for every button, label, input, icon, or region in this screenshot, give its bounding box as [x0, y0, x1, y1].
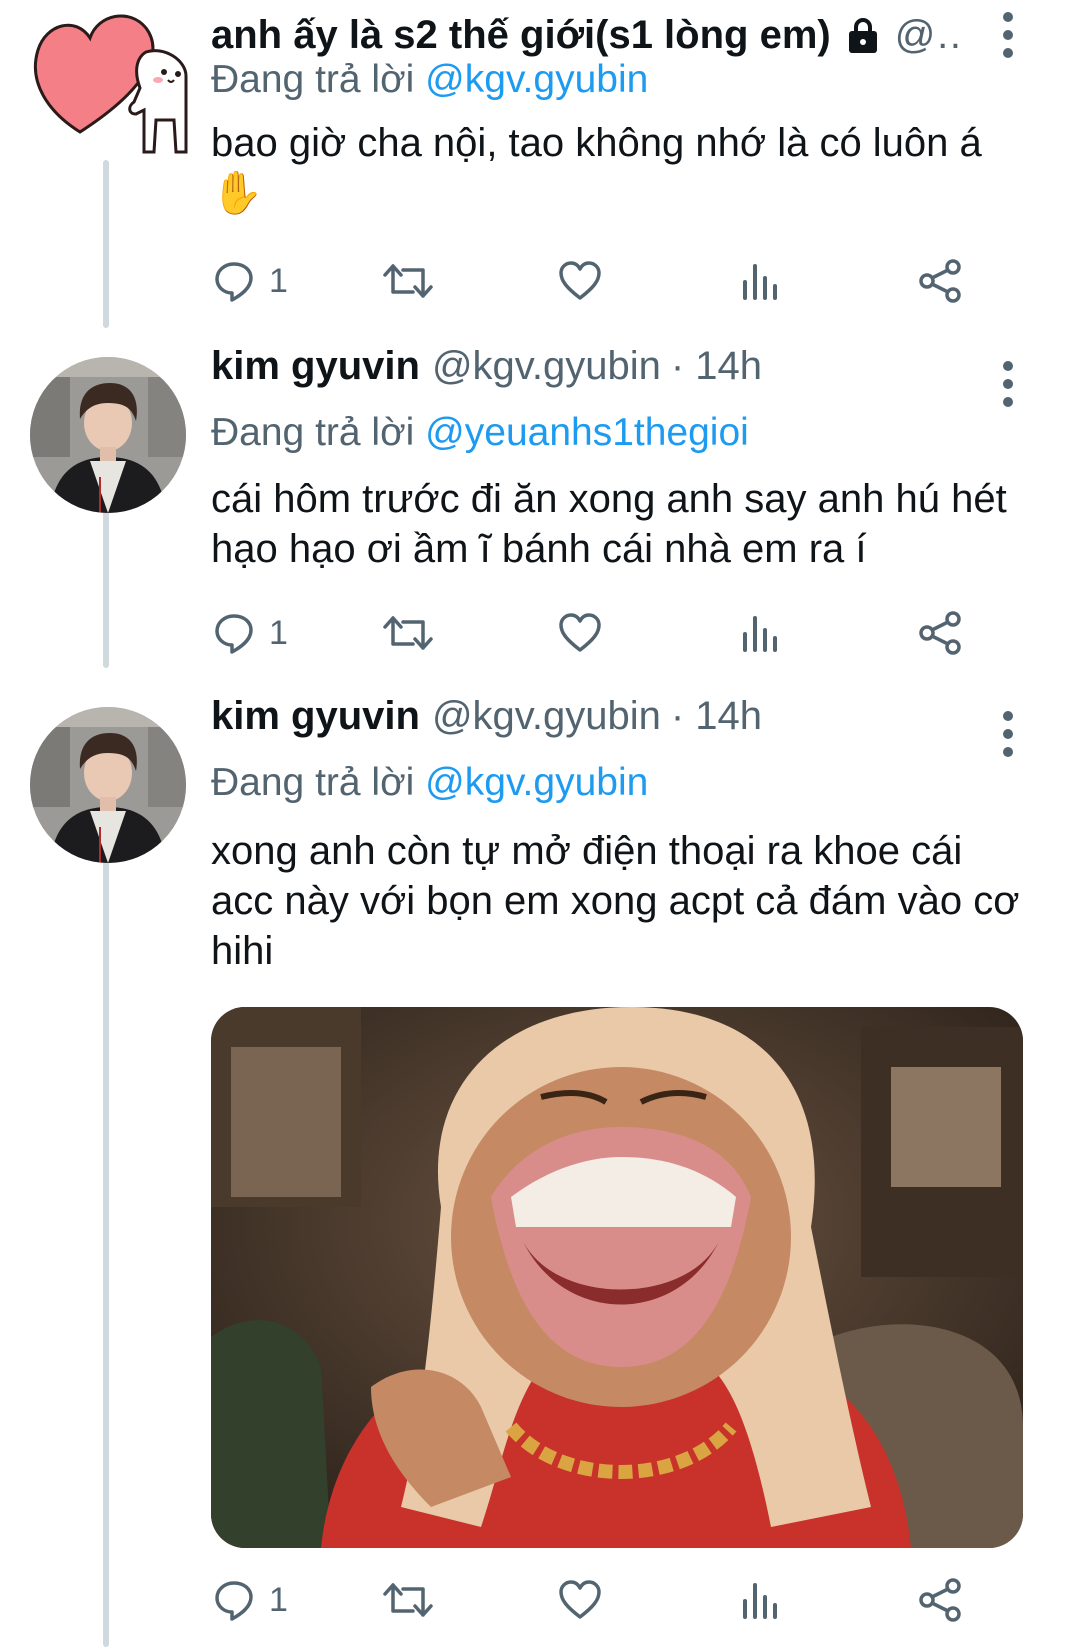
action-bar: 1 [211, 256, 1011, 306]
retweet-icon [383, 264, 433, 298]
like-button[interactable] [557, 608, 603, 658]
analytics-icon [743, 1583, 777, 1619]
reply-button[interactable]: 1 [211, 256, 288, 306]
avatar-profile-photo[interactable] [30, 357, 186, 513]
replying-prefix: Đang trả lời [211, 411, 415, 454]
retweet-button[interactable] [381, 1575, 435, 1625]
author-name[interactable]: kim gyuvin [211, 694, 420, 739]
heart-icon [559, 613, 601, 652]
author-name[interactable]: kim gyuvin [211, 344, 420, 389]
tweet-text: cái hôm trước đi ăn xong anh say anh hú … [211, 477, 1007, 571]
avatar-heart-cartoon[interactable] [28, 2, 188, 162]
like-button[interactable] [557, 1575, 603, 1625]
action-bar: 1 [211, 608, 1011, 658]
retweet-icon [383, 616, 433, 650]
share-icon [919, 259, 961, 303]
heart-icon [559, 1580, 601, 1619]
reply-count: 1 [269, 261, 288, 300]
share-button[interactable] [917, 256, 963, 306]
more-options-icon[interactable] [996, 361, 1020, 407]
thread-line [103, 160, 109, 328]
action-bar: 1 [211, 1575, 1011, 1625]
mention-link[interactable]: @kgv.gyubin [425, 761, 648, 804]
heart-icon [559, 261, 601, 300]
analytics-button[interactable] [737, 608, 783, 658]
reply-icon [215, 614, 253, 654]
like-button[interactable] [557, 256, 603, 306]
tweet-header: kim gyuvin @kgv.gyubin · 14h [211, 341, 960, 391]
mention-link[interactable]: @yeuanhs1thegioi [425, 411, 749, 454]
retweet-icon [383, 1583, 433, 1617]
retweet-button[interactable] [381, 256, 435, 306]
tweet-text: xong anh còn tự mở điện thoại ra khoe cá… [211, 829, 1020, 973]
tweet-text: bao giờ cha nội, tao không nhớ là có luô… [211, 118, 1020, 219]
reply-icon [215, 262, 253, 302]
raised-hand-emoji: ✋ [211, 169, 264, 216]
replying-prefix: Đang trả lời [211, 58, 415, 101]
reply-icon [215, 1581, 253, 1621]
share-icon [919, 1578, 961, 1622]
reply-button[interactable]: 1 [211, 608, 288, 658]
analytics-button[interactable] [737, 256, 783, 306]
lock-icon [843, 15, 883, 55]
retweet-button[interactable] [381, 608, 435, 658]
thread-line [103, 500, 109, 668]
author-handle[interactable]: @y... [895, 13, 960, 58]
share-button[interactable] [917, 1575, 963, 1625]
more-options-icon[interactable] [996, 12, 1020, 58]
timestamp[interactable]: · 14h [671, 344, 762, 389]
analytics-icon [743, 264, 777, 300]
tweet-header: kim gyuvin @kgv.gyubin · 14h [211, 691, 960, 741]
replying-to: Đang trả lời @kgv.gyubin [211, 58, 648, 102]
analytics-icon [743, 616, 777, 652]
laughing-meme-image[interactable] [211, 1007, 1023, 1548]
tweet-text-content: bao giờ cha nội, tao không nhớ là có luô… [211, 121, 982, 165]
avatar-profile-photo[interactable] [30, 707, 186, 863]
author-name[interactable]: anh ấy là s2 thế giới(s1 lòng em) [211, 13, 831, 58]
share-button[interactable] [917, 608, 963, 658]
tweet-header: anh ấy là s2 thế giới(s1 lòng em) @y... [211, 10, 960, 60]
reply-button[interactable]: 1 [211, 1575, 288, 1625]
replying-prefix: Đang trả lời [211, 761, 415, 804]
timestamp[interactable]: · 14h [671, 694, 762, 739]
more-options-icon[interactable] [996, 711, 1020, 757]
reply-count: 1 [269, 613, 288, 652]
replying-to: Đang trả lời @kgv.gyubin [211, 761, 648, 805]
analytics-button[interactable] [737, 1575, 783, 1625]
thread-line [103, 848, 109, 1647]
author-handle[interactable]: @kgv.gyubin [432, 344, 661, 389]
reply-count: 1 [269, 1580, 288, 1619]
replying-to: Đang trả lời @yeuanhs1thegioi [211, 411, 749, 455]
author-handle[interactable]: @kgv.gyubin [432, 694, 661, 739]
share-icon [919, 611, 961, 655]
mention-link[interactable]: @kgv.gyubin [425, 58, 648, 101]
